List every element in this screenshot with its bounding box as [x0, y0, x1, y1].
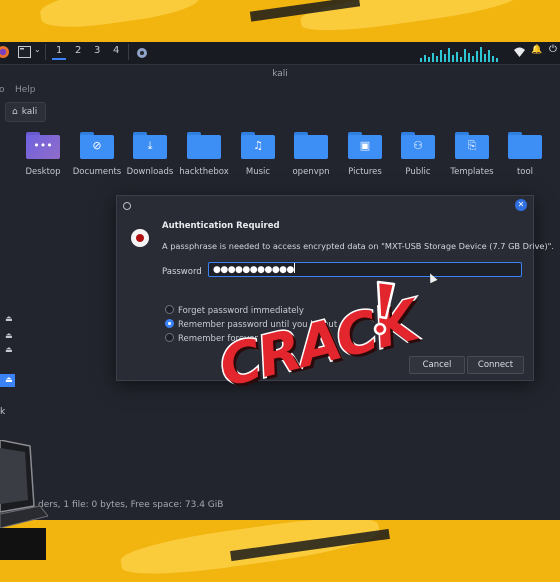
record-icon [131, 229, 149, 247]
file-label: openvpn [292, 167, 330, 177]
menu-item-go[interactable]: o [0, 85, 5, 95]
workspace-3[interactable]: 3 [94, 45, 100, 56]
file-label: Templates [450, 167, 494, 177]
sidebar-selected-item[interactable]: ⏏ [0, 374, 15, 387]
file-label: Public [405, 167, 431, 177]
file-label: Documents [72, 167, 122, 177]
radio-label: Forget password immediately [178, 306, 304, 316]
sidebar-item-label[interactable]: k [0, 407, 5, 417]
file-item-templates[interactable]: ⎘ Templates [442, 132, 502, 177]
status-bar: ders, 1 file: 0 bytes, Free space: 73.4 … [38, 500, 224, 510]
file-label: Music [245, 167, 271, 177]
background-brush-stroke [38, 0, 202, 33]
workspace-2[interactable]: 2 [75, 45, 81, 56]
radio-button[interactable] [165, 319, 174, 328]
workspace-4[interactable]: 4 [113, 45, 119, 56]
exclamation-mark-icon [373, 280, 396, 336]
file-label: Downloads [126, 167, 174, 177]
text-caret [293, 263, 295, 273]
top-panel: ⌄ 1 2 3 4 🔔 ⏻ [0, 42, 560, 65]
location-home-button[interactable]: ⌂ kali [5, 102, 47, 122]
download-icon: ⤓ [133, 132, 167, 159]
location-label: kali [21, 107, 38, 117]
file-label: Desktop [25, 167, 61, 177]
people-icon: ⚇ [401, 132, 435, 159]
password-label: Password [162, 267, 202, 277]
laptop-illustration [0, 440, 48, 560]
workspace-1[interactable]: 1 [51, 45, 68, 60]
eject-icon[interactable]: ⏏ [5, 376, 13, 384]
menu-item-help[interactable]: Help [15, 85, 36, 95]
dialog-message: A passphrase is needed to access encrypt… [162, 241, 555, 251]
file-item-desktop[interactable]: ••• Desktop [13, 132, 73, 177]
radio-button[interactable] [165, 333, 174, 342]
terminal-icon[interactable] [18, 46, 31, 58]
desktop-folder-icon: ••• [26, 132, 60, 159]
chevron-down-icon[interactable]: ⌄ [34, 45, 41, 54]
eject-icon[interactable]: ⏏ [5, 332, 13, 340]
cpu-activity-graph [418, 46, 508, 62]
music-note-icon: ♫ [241, 132, 275, 159]
file-item-tool[interactable]: tool [495, 132, 555, 177]
file-label: tool [516, 167, 534, 177]
panel-divider [128, 44, 129, 60]
location-bar: ⌂ kali [0, 100, 560, 122]
wifi-icon[interactable] [514, 47, 525, 57]
password-value: ●●●●●●●●●●● [213, 265, 294, 275]
window-title: kali [0, 65, 560, 83]
folder-icon [508, 132, 542, 159]
firefox-icon[interactable] [0, 45, 10, 59]
file-item-documents[interactable]: ⊘ Documents [67, 132, 127, 177]
app-window-icon[interactable] [136, 47, 148, 59]
cancel-button[interactable]: Cancel [409, 356, 465, 374]
radio-button[interactable] [165, 305, 174, 314]
file-label: Pictures [348, 167, 382, 177]
power-icon[interactable]: ⏻ [549, 44, 557, 55]
template-icon: ⎘ [455, 132, 489, 159]
folder-icon [294, 132, 328, 159]
password-field[interactable]: ●●●●●●●●●●● [208, 262, 522, 277]
file-item-downloads[interactable]: ⤓ Downloads [120, 132, 180, 177]
radio-forget-immediately[interactable]: Forget password immediately [165, 305, 304, 316]
file-label: hackthebox [179, 167, 229, 177]
folder-icon [187, 132, 221, 159]
dialog-title: Authentication Required [162, 221, 280, 231]
dialog-menu-icon[interactable] [123, 202, 131, 210]
paperclip-icon: ⊘ [80, 132, 114, 159]
notification-bell-icon[interactable]: 🔔 [531, 45, 542, 55]
background-brush-stroke [118, 510, 382, 582]
image-icon: ▣ [348, 132, 382, 159]
eject-icon[interactable]: ⏏ [5, 315, 13, 323]
close-icon[interactable]: ✕ [515, 199, 527, 211]
home-icon: ⌂ [12, 107, 18, 117]
file-item-music[interactable]: ♫ Music [228, 132, 288, 177]
file-item-openvpn[interactable]: openvpn [281, 132, 341, 177]
panel-divider [45, 44, 46, 60]
connect-button[interactable]: Connect [467, 356, 524, 374]
eject-icon[interactable]: ⏏ [5, 346, 13, 354]
file-item-public[interactable]: ⚇ Public [388, 132, 448, 177]
file-item-pictures[interactable]: ▣ Pictures [335, 132, 395, 177]
file-item-hackthebox[interactable]: hackthebox [174, 132, 234, 177]
menu-bar: o Help [0, 83, 560, 99]
